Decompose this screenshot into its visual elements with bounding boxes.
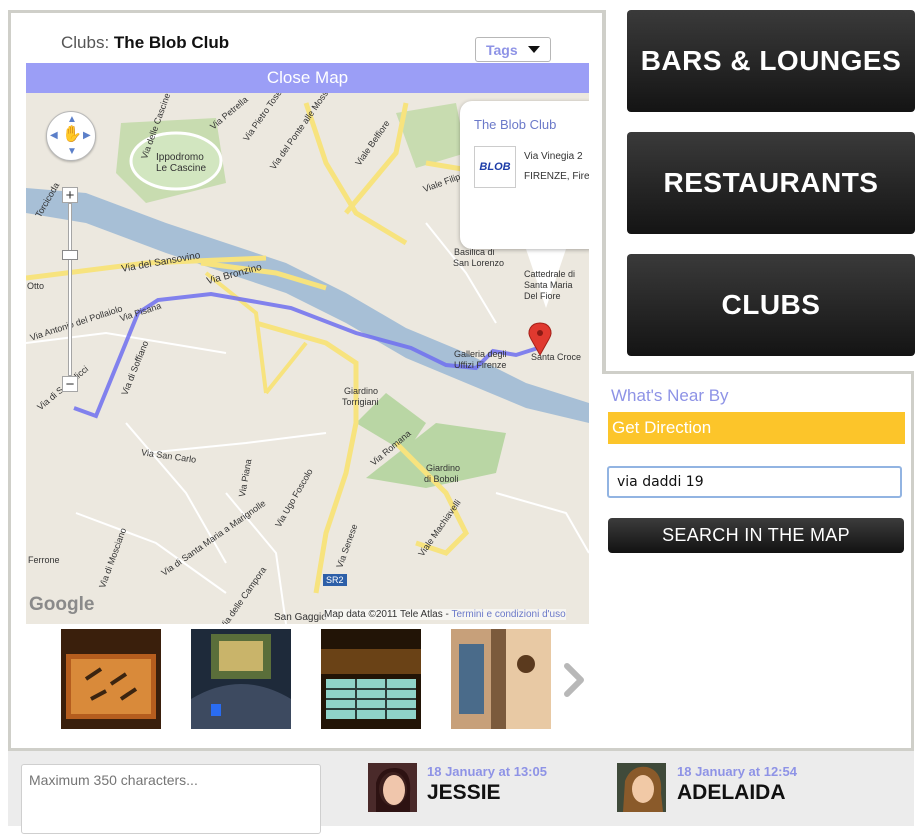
pan-left-icon[interactable]: ◀ (50, 131, 58, 141)
photo-thumbnail[interactable] (191, 629, 291, 729)
category-clubs-button[interactable]: CLUBS (627, 254, 915, 356)
map-label: Del Fiore (524, 291, 561, 301)
club-logo: BLOB (474, 146, 516, 188)
zoom-slider-handle[interactable] (62, 250, 78, 260)
map-info-window: The Blob Club BLOB Via Vinegia 2 FIRENZE… (460, 101, 589, 249)
title-prefix: Clubs: (61, 33, 110, 52)
map-view[interactable]: Via delle Cascine Ippodromo Le Cascine V… (26, 93, 589, 624)
info-window-city: FIRENZE, Fire (524, 171, 589, 182)
map-label: Ippodromo (156, 152, 204, 163)
zoom-out-button[interactable]: − (62, 376, 78, 392)
map-pan-control[interactable]: ▲ ▼ ◀ ▶ ✋ (46, 111, 96, 161)
map-label: Giardino (344, 386, 379, 396)
map-label: di Boboli (424, 474, 459, 484)
post-date: 18 January at 12:54 (677, 764, 797, 779)
map-label: Le Cascine (156, 163, 207, 174)
map-credit: Map data ©2011 Tele Atlas - Termini e co… (324, 609, 566, 620)
post-user[interactable]: JESSIE (427, 781, 501, 805)
info-window-address: Via Vinegia 2 (524, 151, 583, 162)
tags-label: Tags (486, 41, 518, 58)
category-bars-lounges-button[interactable]: BARS & LOUNGES (627, 10, 915, 112)
get-direction-bar[interactable]: Get Direction (608, 412, 905, 444)
close-map-button[interactable]: Close Map (26, 63, 589, 93)
google-logo: Google (29, 594, 95, 615)
photo-thumbnail[interactable] (321, 629, 421, 729)
map-label: Torrigiani (342, 397, 379, 407)
map-label: Santa Maria (524, 280, 573, 290)
comment-input[interactable] (21, 764, 321, 834)
avatar[interactable] (617, 763, 666, 812)
caret-down-icon (527, 46, 540, 53)
map-label: Santa Croce (531, 352, 582, 362)
zoom-in-button[interactable]: + (62, 187, 78, 203)
photo-thumbnail[interactable] (451, 629, 551, 729)
map-terms-link[interactable]: Termini e condizioni d'uso (451, 609, 565, 620)
map-label: San Lorenzo (453, 258, 505, 268)
map-label: Cattedrale di (524, 269, 576, 279)
club-name: The Blob Club (113, 33, 230, 52)
map-label: Galleria degli (454, 349, 507, 359)
info-window-title[interactable]: The Blob Club (474, 117, 556, 132)
post-date: 18 January at 13:05 (427, 764, 547, 779)
panel-border (602, 10, 606, 374)
photo-thumbnail[interactable] (61, 629, 161, 729)
map-label: SR2 (323, 574, 347, 586)
pan-down-icon[interactable]: ▼ (67, 147, 77, 157)
category-restaurants-button[interactable]: RESTAURANTS (627, 132, 915, 234)
map-label: Uffizi Firenze (454, 360, 507, 370)
near-by-heading[interactable]: What's Near By (611, 386, 729, 406)
page-title: Clubs: The Blob Club (61, 33, 229, 53)
avatar[interactable] (368, 763, 417, 812)
pan-up-icon[interactable]: ▲ (67, 115, 77, 125)
map-label: Ferrone (28, 555, 60, 565)
map-label: San Gaggio (274, 612, 327, 623)
map-label: Giardino (426, 463, 461, 473)
search-map-button[interactable]: SEARCH IN THE MAP (608, 518, 904, 553)
post-user[interactable]: ADELAIDA (677, 781, 786, 805)
chevron-right-icon[interactable] (563, 663, 587, 697)
panel-border (602, 371, 914, 374)
address-input[interactable] (607, 466, 902, 498)
map-label: Otto (27, 281, 45, 291)
hand-icon: ✋ (62, 126, 82, 143)
panel-border (911, 374, 914, 751)
zoom-slider-track[interactable] (68, 203, 72, 376)
pan-right-icon[interactable]: ▶ (83, 131, 91, 141)
tags-dropdown[interactable]: Tags (475, 37, 551, 62)
map-credit-text: Map data ©2011 Tele Atlas - (324, 609, 449, 620)
